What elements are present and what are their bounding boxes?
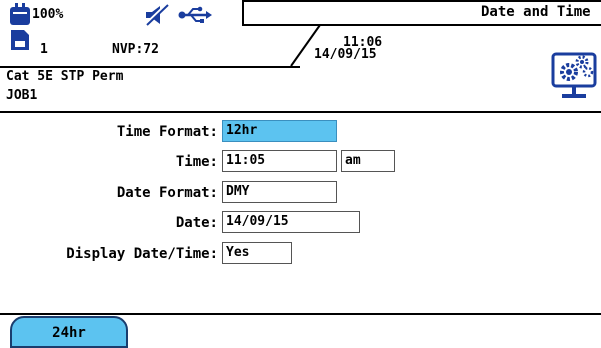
- date-format-label: Date Format:: [116, 185, 218, 201]
- softkey-divider: [0, 313, 601, 315]
- softkey-24hr-button[interactable]: 24hr: [10, 316, 128, 348]
- display-date-time-field[interactable]: Yes: [222, 242, 292, 264]
- time-field[interactable]: 11:05: [222, 150, 337, 172]
- date-field[interactable]: 14/09/15: [222, 211, 360, 233]
- ampm-field[interactable]: am: [341, 150, 395, 172]
- time-format-label: Time Format:: [116, 124, 218, 140]
- mute-icon: [143, 3, 170, 27]
- job-name: JOB1: [6, 88, 38, 103]
- settings-monitor-icon[interactable]: [550, 40, 598, 104]
- time-format-field[interactable]: 12hr: [222, 120, 337, 142]
- time-label: Time:: [175, 154, 218, 170]
- clock-date: 14/09/15: [314, 47, 377, 62]
- profile-number: 1: [40, 42, 48, 57]
- cable-type: Cat 5E STP Perm: [6, 69, 124, 84]
- folder-icon: [11, 30, 29, 50]
- screen-title: Date and Time: [481, 4, 591, 20]
- date-format-field[interactable]: DMY: [222, 181, 337, 203]
- display-date-time-label: Display Date/Time:: [66, 246, 218, 262]
- battery-icon: [10, 3, 30, 25]
- date-label: Date:: [175, 215, 218, 231]
- header: 100% Date and Time 1 NVP:72 11:06 14/09/…: [0, 0, 601, 114]
- usb-icon: [178, 6, 212, 24]
- nvp-label: NVP:72: [112, 42, 159, 57]
- battery-percent: 100%: [32, 7, 64, 22]
